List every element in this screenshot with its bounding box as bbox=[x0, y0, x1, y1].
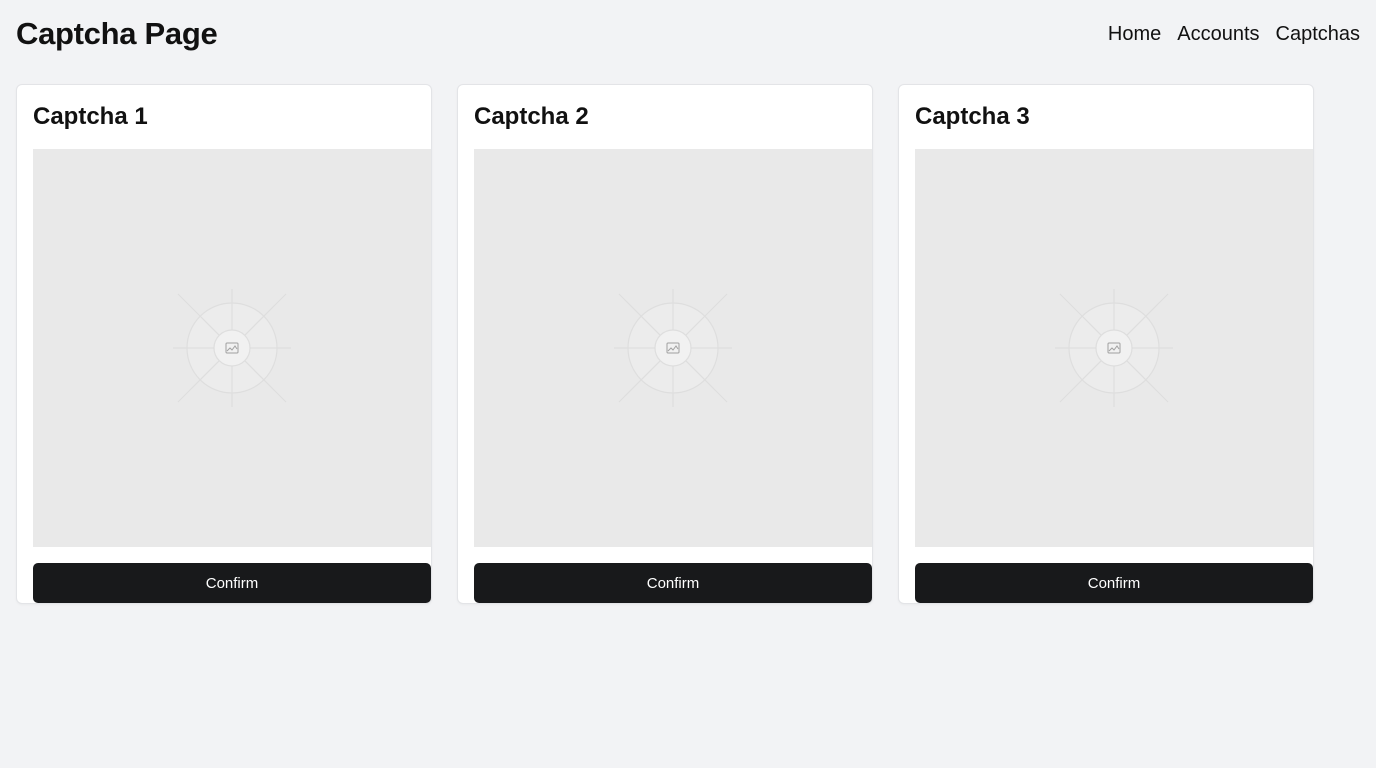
nav-link-accounts[interactable]: Accounts bbox=[1177, 20, 1259, 48]
nav-link-home[interactable]: Home bbox=[1108, 20, 1161, 48]
confirm-button[interactable]: Confirm bbox=[474, 563, 872, 603]
captcha-image[interactable] bbox=[915, 149, 1313, 547]
nav-link-captchas[interactable]: Captchas bbox=[1276, 20, 1361, 48]
image-placeholder-icon bbox=[173, 289, 291, 407]
captcha-image[interactable] bbox=[33, 149, 431, 547]
captcha-card: Captcha 1 Confirm bbox=[16, 84, 432, 604]
captcha-title: Captcha 3 bbox=[915, 103, 1030, 130]
confirm-button[interactable]: Confirm bbox=[33, 563, 431, 603]
image-placeholder-icon bbox=[614, 289, 732, 407]
captcha-card: Captcha 3 Confirm bbox=[898, 84, 1314, 604]
top-nav: Home Accounts Captchas bbox=[1108, 20, 1360, 48]
captcha-image[interactable] bbox=[474, 149, 872, 547]
captcha-card-list: Captcha 1 Confirm Captcha 2 Confirm Capt… bbox=[16, 84, 1360, 604]
captcha-title: Captcha 2 bbox=[474, 103, 589, 130]
image-placeholder-icon bbox=[1055, 289, 1173, 407]
confirm-button[interactable]: Confirm bbox=[915, 563, 1313, 603]
page-title: Captcha Page bbox=[16, 16, 218, 51]
page-header: Captcha Page Home Accounts Captchas bbox=[0, 0, 1376, 70]
captcha-title: Captcha 1 bbox=[33, 103, 148, 130]
captcha-card: Captcha 2 Confirm bbox=[457, 84, 873, 604]
